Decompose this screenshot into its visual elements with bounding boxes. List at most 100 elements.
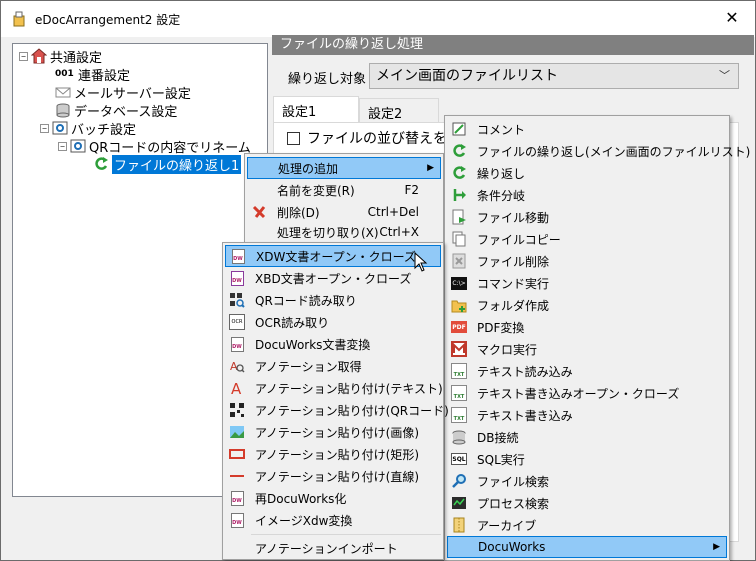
annotation-search-icon: A [230,360,245,373]
docuworks-file-icon: DW [229,490,245,506]
menu-item-command[interactable]: C:\> コマンド実行 [447,272,727,294]
menu-item-text-read[interactable]: TXT テキスト読み込み [447,360,727,382]
tree-item-mail-server[interactable]: メールサーバー設定 [55,83,191,102]
menu-item-archive[interactable]: アーカイブ [447,514,727,536]
menu-item-label: DB接続 [477,430,519,445]
menu-item-annotation-text[interactable]: A アノテーション貼り付け(テキスト) [225,377,443,399]
house-icon [31,48,47,64]
sort-files-option[interactable]: ファイルの並び替えを行 [287,128,461,148]
menu-item-xbd-open-close[interactable]: DW XBD文書オープン・クローズ [225,267,441,289]
text-annotation-icon: A [231,380,242,396]
menu-item-label: 繰り返し [477,166,526,181]
menu-item-file-copy[interactable]: ファイルコピー [447,228,727,250]
tree-item-file-loop[interactable]: ファイルの繰り返し1 [93,154,242,174]
tree-item-batch[interactable]: − バッチ設定 [40,119,137,138]
file-delete-icon [452,253,466,269]
menu-item-ocr-read[interactable]: OCR OCR読み取り [225,311,441,333]
menu-item-annotation-qr[interactable]: アノテーション貼り付け(QRコード) [225,399,449,421]
menu-item-image-xdw[interactable]: DW イメージXdw変換 [225,509,441,531]
command-prompt-icon: C:\> [451,276,467,290]
menu-item-label: XDW文書オープン・クローズ [256,249,417,264]
menu-item-annotation-line[interactable]: アノテーション貼り付け(直線) [225,465,441,487]
menu-item-re-docuworks[interactable]: DW 再DocuWorks化 [225,487,441,509]
menu-item-label: アノテーション貼り付け(QRコード) [255,403,449,418]
tree-item-qr-rename[interactable]: − QRコードの内容でリネーム [58,137,251,156]
menu-item-annotation-image[interactable]: アノテーション貼り付け(画像) [225,421,441,443]
menu-item-label: ファイルの繰り返し(メイン画面のファイルリスト) [477,144,751,159]
collapse-icon[interactable]: − [19,51,28,61]
menu-item-text-write[interactable]: TXT テキスト書き込み [447,404,727,426]
menu-item-label: アノテーション貼り付け(画像) [255,425,420,440]
menu-item-label: 削除(D) [277,205,320,220]
menu-item-text-write-open-close[interactable]: TXT テキスト書き込みオープン・クローズ [447,382,727,404]
serial-number-icon: 001 [55,69,74,79]
menu-item-add-process[interactable]: 処理の追加 ▶ [247,157,441,179]
menu-item-qr-read[interactable]: QRコード読み取り [225,289,441,311]
loop-target-select[interactable]: メイン画面のファイルリスト ﹀ [369,63,739,89]
docuworks-submenu: DW XDW文書オープン・クローズ DW XBD文書オープン・クローズ QRコー… [222,242,449,560]
pdf-icon: PDF [451,321,467,333]
file-move-icon [452,209,466,225]
menu-item-annotation-get[interactable]: A アノテーション取得 [225,355,441,377]
menu-item-label: コマンド実行 [477,276,550,291]
sql-icon: SQL [451,453,467,465]
menu-item-macro[interactable]: マクロ実行 [447,338,727,360]
macro-icon [451,341,467,357]
docuworks-binder-icon: DW [229,270,245,286]
menu-item-annotation-rect[interactable]: アノテーション貼り付け(矩形) [225,443,441,465]
menu-item-label: テキスト書き込みオープン・クローズ [477,386,680,401]
sort-files-checkbox[interactable] [287,131,300,145]
menu-item-cut[interactable]: 処理を切り取り(X) Ctrl+X [247,223,441,241]
menu-item-file-loop[interactable]: ファイルの繰り返し(メイン画面のファイルリスト) [447,140,750,162]
menu-item-label: 処理の追加 [278,161,339,176]
menu-item-file-move[interactable]: ファイル移動 [447,206,727,228]
menu-item-branch[interactable]: 条件分岐 [447,184,727,206]
menu-item-label: ファイル移動 [477,210,550,225]
menu-item-comment[interactable]: コメント [447,118,727,140]
menu-item-folder-create[interactable]: フォルダ作成 [447,294,727,316]
tab-settings-2[interactable]: 設定2 [359,98,439,123]
menu-item-docuworks-convert[interactable]: DW DocuWorks文書変換 [225,333,441,355]
menu-item-label: 条件分岐 [477,188,526,203]
menu-item-process-search[interactable]: プロセス検索 [447,492,727,514]
menu-item-rename[interactable]: 名前を変更(R) F2 [247,179,441,201]
menu-item-annotation-import[interactable]: アノテーションインポート [225,537,441,559]
tab-settings-1[interactable]: 設定1 [273,96,359,123]
search-icon [452,474,466,488]
menu-item-docuworks[interactable]: DocuWorks ▶ [447,536,727,558]
menu-item-label: ファイル削除 [477,254,550,269]
svg-text:A: A [231,380,242,396]
tree-item-label: データベース設定 [74,104,178,120]
menu-item-sql[interactable]: SQL SQL実行 [447,448,727,470]
file-copy-icon [452,231,466,247]
close-icon: ✕ [725,7,739,27]
menu-item-label: アノテーション貼り付け(矩形) [255,447,420,462]
menu-item-db-connect[interactable]: DB接続 [447,426,727,448]
tree-item-label: バッチ設定 [71,122,137,138]
menu-item-label: QRコード読み取り [255,293,357,308]
menu-item-xdw-open-close[interactable]: DW XDW文書オープン・クローズ [225,245,441,267]
tree-item-label: QRコードの内容でリネーム [89,140,251,156]
menu-item-delete[interactable]: 削除(D) Ctrl+Del [247,201,441,223]
mail-icon [55,87,71,98]
menu-separator [251,534,441,535]
menu-item-label: OCR読み取り [255,315,330,330]
text-file-icon: TXT [451,363,467,379]
menu-item-file-search[interactable]: ファイル検索 [447,470,727,492]
archive-icon [453,517,465,533]
collapse-icon[interactable]: − [40,123,49,133]
submenu-arrow-icon: ▶ [427,163,434,173]
loop-icon [453,166,466,179]
menu-item-repeat[interactable]: 繰り返し [447,162,727,184]
menu-item-pdf[interactable]: PDF PDF変換 [447,316,727,338]
panel-header: ファイルの繰り返し処理 [272,35,754,55]
menu-item-label: アノテーション貼り付け(テキスト) [255,381,443,396]
close-button[interactable]: ✕ [709,1,755,33]
image-icon [230,426,244,438]
tree-item-database[interactable]: データベース設定 [55,101,178,120]
collapse-icon[interactable]: − [58,141,67,151]
tree-item-serial[interactable]: 001 連番設定 [55,65,130,84]
tree-item-common[interactable]: − 共通設定 [19,47,102,66]
menu-item-file-delete[interactable]: ファイル削除 [447,250,727,272]
menu-item-label: イメージXdw変換 [255,513,353,528]
